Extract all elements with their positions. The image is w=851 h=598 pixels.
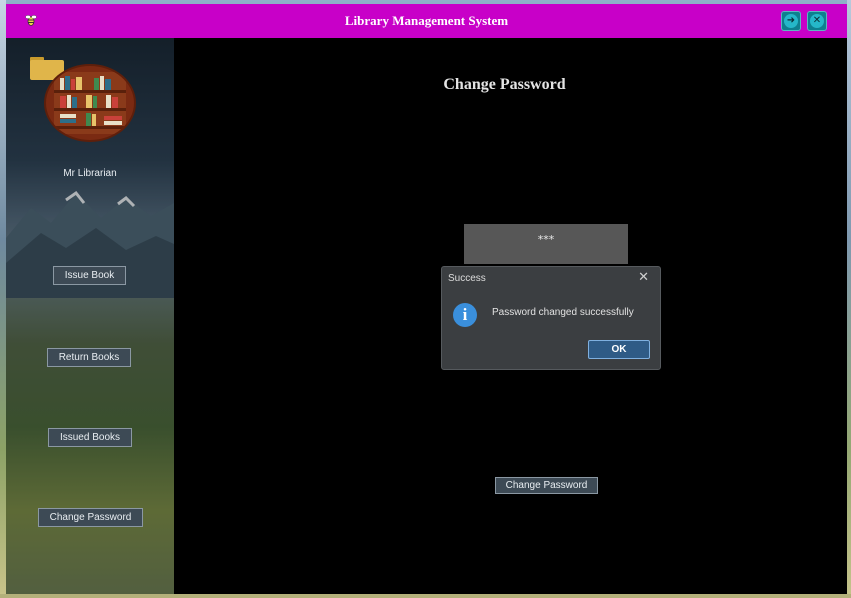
minimize-button[interactable]: ➜ [781, 11, 801, 31]
arrow-icon: ➜ [784, 14, 798, 28]
bookshelf-icon [54, 72, 126, 134]
issue-book-button[interactable]: Issue Book [53, 266, 126, 285]
change-password-button[interactable]: Change Password [495, 477, 598, 494]
close-icon: ✕ [810, 14, 824, 28]
return-books-button[interactable]: Return Books [47, 348, 131, 367]
sidebar: Mr Librarian Issue Book Return Books Iss… [6, 38, 174, 594]
close-icon[interactable]: ✕ [638, 271, 649, 285]
page-title: Change Password [443, 76, 566, 93]
avatar [44, 64, 136, 142]
window-title: Library Management System [344, 13, 509, 28]
user-name: Mr Librarian [63, 168, 117, 179]
dialog-message: Password changed successfully [492, 307, 634, 318]
ok-button[interactable]: OK [588, 340, 650, 359]
success-dialog: Success ✕ i Password changed successfull… [441, 266, 661, 370]
desktop-bottom-edge [0, 594, 851, 598]
dialog-title: Success [448, 273, 486, 284]
info-icon: i [453, 303, 477, 327]
title-bar[interactable]: Library Management System ➜ ✕ [6, 4, 847, 38]
issued-books-button[interactable]: Issued Books [48, 428, 132, 447]
desktop-right-edge [847, 0, 851, 598]
close-window-button[interactable]: ✕ [807, 11, 827, 31]
change-password-sidebar-button[interactable]: Change Password [38, 508, 143, 527]
password-field[interactable]: *** [464, 224, 628, 264]
